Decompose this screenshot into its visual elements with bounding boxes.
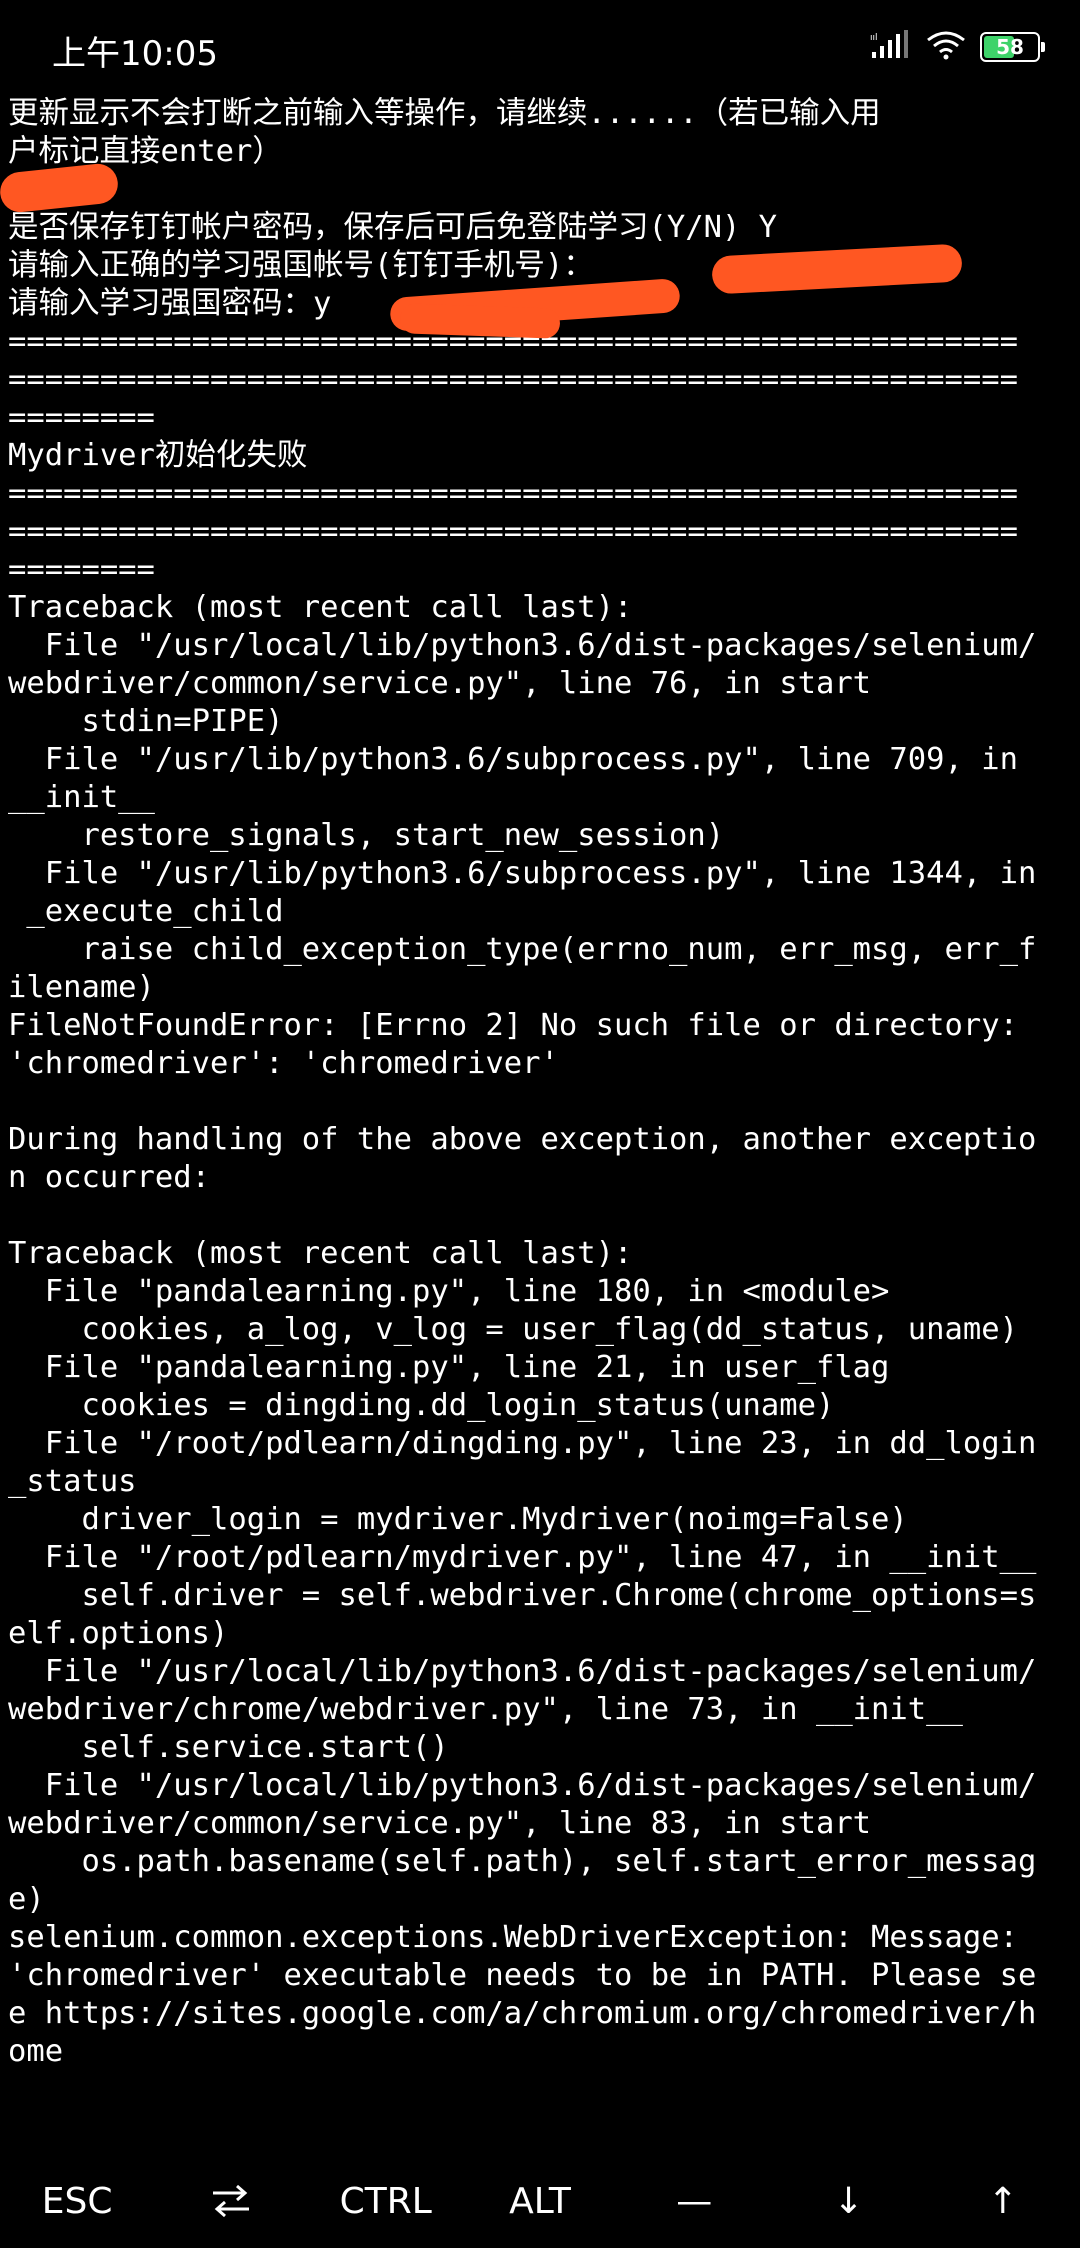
terminal-line: webdriver/common/service.py", line 76, i… [8,666,872,701]
tab-swap-icon [211,2183,251,2219]
status-icons: ııl 58 [870,30,1045,64]
down-arrow-key[interactable]: ↓ [771,2155,925,2247]
dash-key[interactable]: — [617,2155,771,2247]
terminal-line: Traceback (most recent call last): [8,590,633,625]
terminal-line: ilename) [8,970,155,1005]
terminal-line: stdin=PIPE) [8,704,284,739]
terminal-line: File "/usr/lib/python3.6/subprocess.py",… [8,742,1018,777]
terminal-line: __init__ [8,780,155,815]
terminal-line: 是否保存钉钉帐户密码，保存后可后免登陆学习(Y/N) Y [8,210,778,245]
signal-icon: ııl [870,30,912,64]
terminal-line: During handling of the above exception, … [8,1122,1037,1157]
key-label: ↑ [987,2180,1018,2222]
terminal-line: ========================================… [8,362,1018,397]
extra-keys-row: ESC CTRL ALT — ↓ ↑ [0,2155,1080,2247]
key-label: ESC [41,2180,113,2222]
terminal-line: File "pandalearning.py", line 21, in use… [8,1350,890,1385]
tab-key[interactable] [154,2155,308,2247]
battery-level: 58 [996,35,1024,59]
terminal-line: File "/root/pdlearn/dingding.py", line 2… [8,1426,1037,1461]
esc-key[interactable]: ESC [0,2155,154,2247]
terminal-line: 'chromedriver': 'chromedriver' [8,1046,559,1081]
terminal-line: e https://sites.google.com/a/chromium.or… [8,1996,1037,2031]
terminal-output[interactable]: 更新显示不会打断之前输入等操作，请继续......（若已输入用 户标记直接ente… [8,95,1074,2071]
terminal-line: ome [8,2034,64,2069]
up-arrow-key[interactable]: ↑ [926,2155,1080,2247]
terminal-line: n occurred: [8,1160,210,1195]
terminal-line: restore_signals, start_new_session) [8,818,725,853]
terminal-line: 户标记直接enter） [8,134,283,169]
wifi-icon [926,30,966,64]
terminal-line: ======== [8,552,155,587]
terminal-line: webdriver/chrome/webdriver.py", line 73,… [8,1692,963,1727]
key-label: ALT [509,2180,571,2222]
terminal-line: self.driver = self.webdriver.Chrome(chro… [8,1578,1037,1613]
terminal-line: _status [8,1464,137,1499]
terminal-line: File "pandalearning.py", line 180, in <m… [8,1274,890,1309]
terminal-line: self.service.start() [8,1730,449,1765]
battery-icon: 58 [980,32,1045,62]
terminal-line: raise child_exception_type(errno_num, er… [8,932,1037,967]
status-bar: 上午10:05 ııl 58 [0,0,1080,96]
key-label: ↓ [833,2180,864,2222]
terminal-line: _execute_child [8,894,284,929]
terminal-line: elf.options) [8,1616,229,1651]
terminal-line: 'chromedriver' executable needs to be in… [8,1958,1037,1993]
terminal-line: Traceback (most recent call last): [8,1236,633,1271]
alt-key[interactable]: ALT [463,2155,617,2247]
terminal-line: Mydriver初始化失败 [8,438,308,473]
status-time: 上午10:05 [52,34,218,74]
terminal-line: File "/usr/lib/python3.6/subprocess.py",… [8,856,1037,891]
terminal-line: webdriver/common/service.py", line 83, i… [8,1806,872,1841]
terminal-line: cookies, a_log, v_log = user_flag(dd_sta… [8,1312,1018,1347]
terminal-line: File "/usr/local/lib/python3.6/dist-pack… [8,1654,1037,1689]
terminal-line: File "/root/pdlearn/mydriver.py", line 4… [8,1540,1037,1575]
terminal-line: ========================================… [8,476,1018,511]
terminal-line: os.path.basename(self.path), self.start_… [8,1844,1037,1879]
terminal-line: File "/usr/local/lib/python3.6/dist-pack… [8,628,1037,663]
svg-text:ııl: ııl [870,33,878,43]
terminal-line: FileNotFoundError: [Errno 2] No such fil… [8,1008,1018,1043]
terminal-line: ======== [8,400,155,435]
key-label: CTRL [339,2180,432,2222]
terminal-line: driver_login = mydriver.Mydriver(noimg=F… [8,1502,908,1537]
terminal-line: ========================================… [8,514,1018,549]
terminal-line: File "/usr/local/lib/python3.6/dist-pack… [8,1768,1037,1803]
terminal-line: 更新显示不会打断之前输入等操作，请继续......（若已输入用 [8,96,881,131]
terminal-line: selenium.common.exceptions.WebDriverExce… [8,1920,1018,1955]
redaction-mark [399,303,561,339]
ctrl-key[interactable]: CTRL [309,2155,463,2247]
key-label: — [676,2180,713,2222]
terminal-line: e) [8,1882,45,1917]
terminal-line: cookies = dingding.dd_login_status(uname… [8,1388,835,1423]
